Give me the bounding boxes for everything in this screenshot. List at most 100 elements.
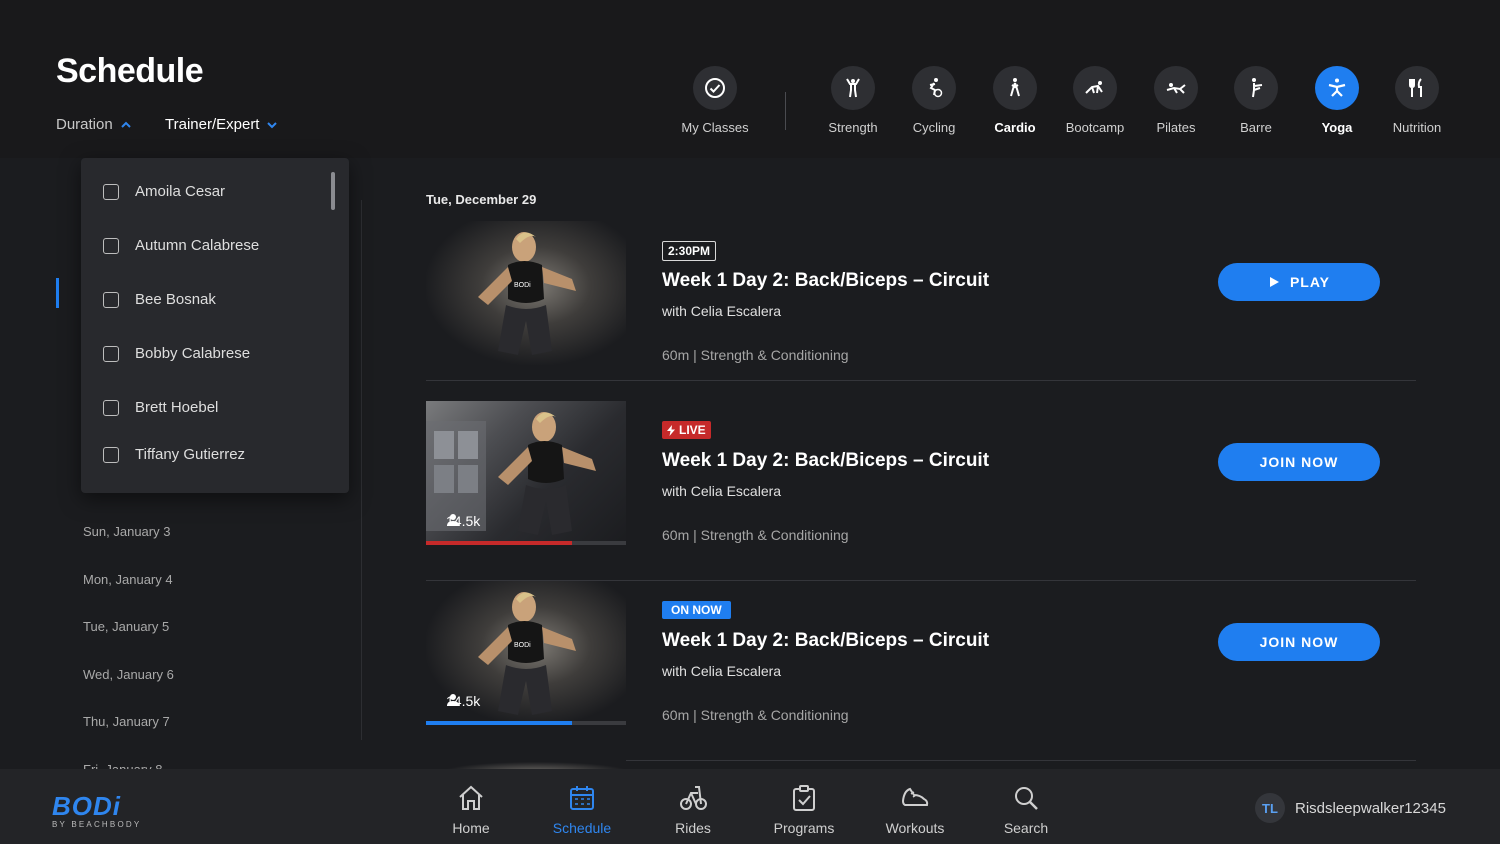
date-item-wed-january-6[interactable]: Wed, January 6 [83,667,174,682]
cycling-icon [912,66,956,110]
chevron-down-icon [267,121,278,128]
nav-label: Schedule [552,820,612,836]
person-icon [447,514,459,526]
nav-schedule[interactable]: Schedule [537,783,627,836]
trainer-option-amoila-cesar[interactable]: Amoila Cesar [103,183,225,200]
category-cycling[interactable]: Cycling [889,66,979,135]
svg-text:BODi: BODi [514,282,531,289]
trainer-option-label: Amoila Cesar [135,183,226,200]
bootcamp-icon [1073,66,1117,110]
bodi-logo[interactable]: BODi BY BEACHBODY [52,791,141,829]
avatar: TL [1255,793,1285,823]
class-thumbnail[interactable]: BODi 14.5k [426,581,626,725]
class-thumbnail[interactable]: BODi [426,221,626,365]
trainer-option-bee-bosnak[interactable]: Bee Bosnak [103,291,216,308]
nav-workouts[interactable]: Workouts [870,783,960,836]
duration-filter[interactable]: Duration [56,116,132,133]
play-button-label: PLAY [1289,274,1331,290]
category-label: Yoga [1321,120,1353,135]
trainer-option-label: Bobby Calabrese [135,345,251,362]
class-trainer: with Celia Escalera [662,483,782,499]
category-divider [785,92,786,130]
trainer-figure-icon: BODi [478,232,576,355]
nav-rides[interactable]: Rides [648,783,738,836]
class-card: BODi 2:30PM Week 1 Day 2: Back/Biceps – … [426,221,1416,381]
trainer-option-label: Bee Bosnak [135,291,216,308]
trainer-option-label: Tiffany Gutierrez [135,446,246,463]
date-item-tue-january-5[interactable]: Tue, January 5 [83,619,169,634]
lightning-icon [667,424,675,436]
play-icon [1269,277,1279,287]
class-trainer: with Celia Escalera [662,663,782,679]
dropdown-scrollbar[interactable] [331,172,335,210]
class-meta: 60m | Strength & Conditioning [662,527,849,543]
username: Risdsleepwalker12345 [1295,799,1446,817]
chevron-up-icon [120,121,131,128]
category-label: Bootcamp [1065,120,1125,135]
calendar-icon [570,786,594,810]
on-now-badge: ON NOW [662,601,731,619]
trainer-option-autumn-calabrese[interactable]: Autumn Calabrese [103,237,259,254]
checkbox[interactable] [103,399,119,416]
live-badge-label: LIVE [679,423,706,437]
trainer-expert-filter[interactable]: Trainer/Expert [165,116,278,133]
viewer-count: 14.5k [446,693,480,709]
logo-main-text: BODi [52,791,121,821]
live-badge: LIVE [662,421,711,439]
svg-text:BODi: BODi [514,642,531,649]
join-now-button-label: JOIN NOW [1259,454,1339,470]
class-time-badge: 2:30PM [662,241,717,261]
join-now-button[interactable]: JOIN NOW [1218,443,1380,481]
checkbox[interactable] [103,446,119,463]
class-trainer: with Celia Escalera [662,303,782,319]
join-now-button-label: JOIN NOW [1259,634,1339,650]
page-title: Schedule [56,52,204,90]
category-label: My Classes [681,120,749,135]
category-bootcamp[interactable]: Bootcamp [1050,66,1140,135]
schedule-day-label: Tue, December 29 [426,192,537,207]
nav-label: Home [452,820,490,836]
nav-label: Programs [773,820,835,836]
trainer-option-label: Autumn Calabrese [135,237,260,254]
category-strength[interactable]: Strength [808,66,898,135]
category-pilates[interactable]: Pilates [1131,66,1221,135]
category-my-classes[interactable]: My Classes [670,66,760,135]
class-meta: 60m | Strength & Conditioning [662,707,849,723]
category-barre[interactable]: Barre [1211,66,1301,135]
class-thumbnail[interactable]: 14.5k [426,401,626,545]
nav-programs[interactable]: Programs [759,783,849,836]
nav-home[interactable]: Home [426,783,516,836]
checkbox[interactable] [103,345,119,362]
play-button[interactable]: PLAY [1218,263,1380,301]
join-now-button[interactable]: JOIN NOW [1218,623,1380,661]
category-cardio[interactable]: Cardio [970,66,1060,135]
class-title[interactable]: Week 1 Day 2: Back/Biceps – Circuit [662,450,989,472]
checkbox[interactable] [103,237,119,254]
category-label: Nutrition [1392,120,1442,135]
cardio-icon [993,66,1037,110]
trainer-option-bobby-calabrese[interactable]: Bobby Calabrese [103,345,250,362]
checkbox[interactable] [103,291,119,308]
duration-filter-label: Duration [56,116,113,133]
strength-icon [831,66,875,110]
nav-label: Workouts [885,820,945,836]
column-divider [361,200,362,740]
date-item-thu-january-7[interactable]: Thu, January 7 [83,714,170,729]
class-title[interactable]: Week 1 Day 2: Back/Biceps – Circuit [662,630,989,652]
trainer-option-tiffany-gutierrez[interactable]: Tiffany Gutierrez [103,446,245,463]
viewer-count: 14.5k [446,513,480,529]
check-circle-icon [693,66,737,110]
category-label: Cycling [912,120,956,135]
date-item-mon-january-4[interactable]: Mon, January 4 [83,572,173,587]
nav-search[interactable]: Search [981,783,1071,836]
date-item-sun-january-3[interactable]: Sun, January 3 [83,524,170,539]
category-label: Strength [828,120,878,135]
class-progress-fill [426,721,572,725]
category-nutrition[interactable]: Nutrition [1372,66,1462,135]
category-yoga[interactable]: Yoga [1292,66,1382,135]
class-title[interactable]: Week 1 Day 2: Back/Biceps – Circuit [662,270,989,292]
checkbox[interactable] [103,183,119,200]
user-profile[interactable]: TL Risdsleepwalker12345 [1255,793,1446,823]
trainer-option-brett-hoebel[interactable]: Brett Hoebel [103,399,218,416]
sneaker-icon [901,787,929,806]
